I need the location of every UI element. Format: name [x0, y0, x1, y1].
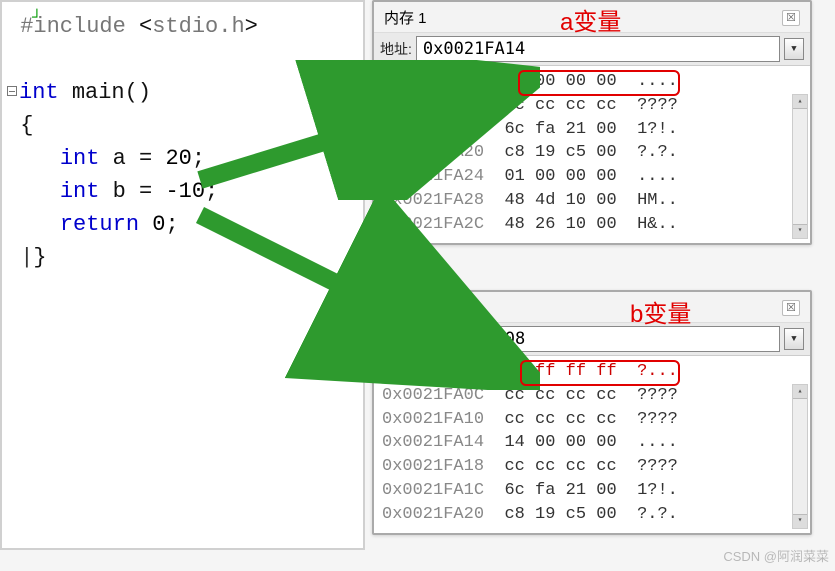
mem2-row-3: 0x0021FA14 14 00 00 00 ....: [382, 431, 806, 455]
dropdown-icon[interactable]: ▼: [784, 328, 804, 350]
annotation-b-variable: b变量: [630, 294, 691, 329]
memory-panel-2-title: 内存 2: [384, 297, 427, 318]
code-line-include: #include <stdio.h>: [7, 10, 358, 43]
memory-panel-1-title: 内存 1: [384, 7, 427, 28]
watermark: CSDN @阿润菜菜: [723, 546, 829, 565]
mem1-row-4: 0x0021FA24 01 00 00 00 ....: [382, 165, 806, 189]
scroll-up-icon[interactable]: ▴: [793, 95, 807, 109]
scrollbar[interactable]: ▴ ▾: [792, 384, 808, 529]
scroll-up-icon[interactable]: ▴: [793, 385, 807, 399]
code-line-main-sig: int main(): [7, 76, 358, 109]
address-label: 地址:: [380, 329, 412, 349]
mem1-row-1: 0x0021FA18 cc cc cc cc ????: [382, 94, 806, 118]
mem1-row-6: 0x0021FA2C 48 26 10 00 H&..: [382, 213, 806, 237]
memory-panel-2-titlebar: 内存 2 ☒: [374, 292, 810, 323]
memory-panel-2: 内存 2 ☒ 地址: ▼ 0x0021FA08 f6 ff ff ff ?...…: [372, 290, 812, 535]
mem1-row-2: 0x0021FA1C 6c fa 21 00 1?!.: [382, 118, 806, 142]
mem2-row-6: 0x0021FA20 c8 19 c5 00 ?.?.: [382, 503, 806, 527]
mem2-row-5: 0x0021FA1C 6c fa 21 00 1?!.: [382, 479, 806, 503]
code-line-return: return 0;: [7, 208, 358, 241]
annotation-a-variable: a变量: [560, 2, 621, 37]
fold-icon[interactable]: [7, 86, 17, 96]
mem1-row-3: 0x0021FA20 c8 19 c5 00 ?.?.: [382, 141, 806, 165]
mem2-row-4: 0x0021FA18 cc cc cc cc ????: [382, 455, 806, 479]
code-line-a: int a = 20;: [7, 142, 358, 175]
highlight-box-a: [518, 70, 680, 96]
mem2-row-1: 0x0021FA0C cc cc cc cc ????: [382, 384, 806, 408]
highlight-box-b: [520, 360, 680, 386]
close-icon[interactable]: ☒: [782, 10, 800, 26]
mem1-row-5: 0x0021FA28 48 4d 10 00 HM..: [382, 189, 806, 213]
memory-1-address-input[interactable]: [416, 36, 780, 62]
code-editor: ┘ #include <stdio.h> int main() { int a …: [0, 0, 365, 550]
scrollbar[interactable]: ▴ ▾: [792, 94, 808, 239]
code-line-b: int b = -10;: [7, 175, 358, 208]
code-line-empty: [7, 43, 358, 76]
scroll-down-icon[interactable]: ▾: [793, 514, 807, 528]
memory-1-address-bar: 地址: ▼: [374, 33, 810, 66]
memory-2-address-input[interactable]: [416, 326, 780, 352]
code-line-cursor: |}: [7, 241, 358, 274]
scroll-down-icon[interactable]: ▾: [793, 224, 807, 238]
close-icon[interactable]: ☒: [782, 300, 800, 316]
memory-2-address-bar: 地址: ▼: [374, 323, 810, 356]
mem2-row-2: 0x0021FA10 cc cc cc cc ????: [382, 408, 806, 432]
address-label: 地址:: [380, 39, 412, 59]
dropdown-icon[interactable]: ▼: [784, 38, 804, 60]
fold-stub: ┘: [32, 6, 42, 30]
code-line-brace-open: {: [7, 109, 358, 142]
